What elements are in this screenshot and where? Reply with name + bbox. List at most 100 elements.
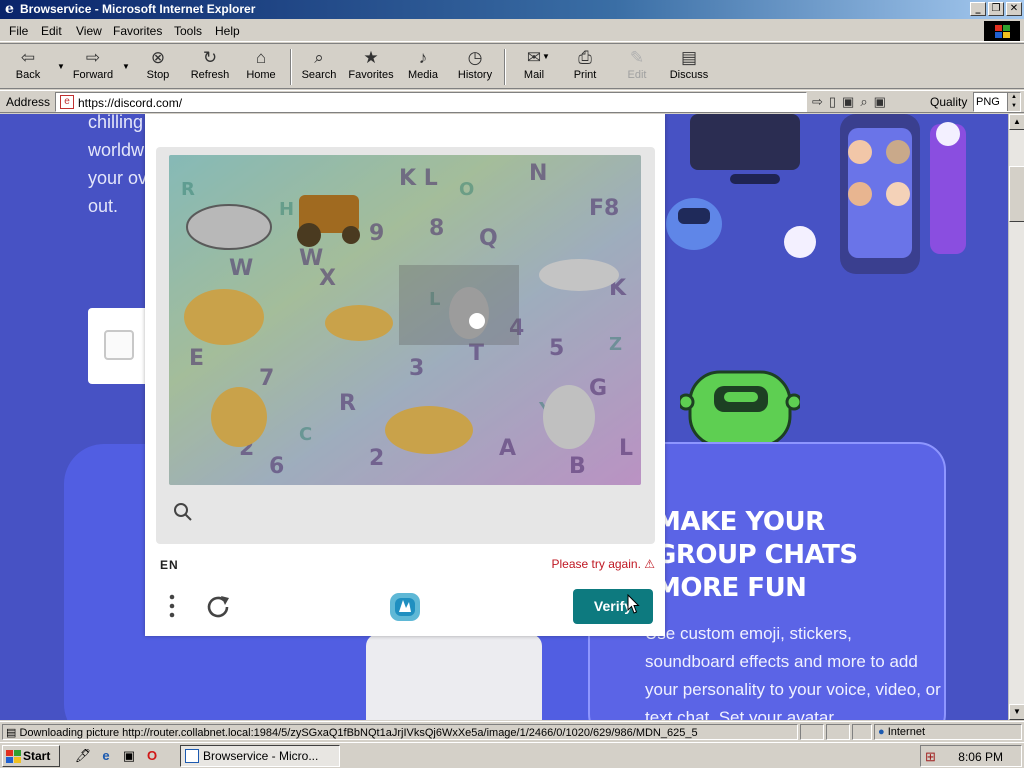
mail-dropdown-icon[interactable]: ▼ [542,52,550,61]
search-button[interactable]: ⌕ Search [299,47,339,87]
svg-text:2: 2 [369,446,384,471]
zoom-icon[interactable] [173,502,193,522]
hcaptcha-checkbox[interactable] [104,330,134,360]
search-icon: ⌕ [314,48,324,67]
back-dropdown-icon[interactable]: ▼ [57,62,65,71]
svg-text:5: 5 [549,336,564,361]
more-options-icon[interactable] [165,592,179,620]
start-button[interactable]: Start [2,745,60,767]
clock[interactable]: 8:06 PM [958,750,1003,764]
quicklaunch-ie-icon[interactable]: e [97,747,115,765]
svg-text:N: N [529,161,547,186]
forward-arrow-icon: ⇨ [85,48,101,67]
feature-heading-line: MAKE YOUR [655,507,825,537]
svg-text:7: 7 [259,366,274,391]
home-button[interactable]: ⌂ Home [242,47,280,87]
refresh-page-icon: ↻ [202,48,218,67]
quicklaunch-desktop-icon[interactable]: 🖊 [74,747,92,765]
window-app-icon [185,749,199,763]
taskbar: Start 🖊 e ▣ O Browservice - Micro... ⊞ 8… [0,742,1024,768]
refresh-button[interactable]: ↻ Refresh [186,47,234,87]
hcaptcha-logo-icon [390,593,420,621]
menu-file[interactable]: File [9,24,28,38]
address-input[interactable]: e https://discord.com/ [55,92,807,112]
svg-text:6: 6 [269,454,284,479]
menu-bar: File Edit View Favorites Tools Help [0,20,1024,42]
svg-text:9: 9 [369,221,384,246]
svg-text:W: W [229,256,253,281]
printer-icon: ⎙ [578,48,592,67]
svg-text:O: O [459,179,474,200]
favorites-button[interactable]: ★ Favorites [345,47,397,87]
feature-heading-line: GROUP CHATS [655,540,858,570]
home-icon: ⌂ [255,48,267,67]
windows-flag-icon [6,750,21,763]
svg-text:R: R [339,391,356,416]
menu-view[interactable]: View [76,24,102,38]
feature-description: Use custom emoji, stickers, soundboard e… [645,624,941,720]
quicklaunch-opera-icon[interactable]: O [143,747,161,765]
status-bar: ▤ Downloading picture http://router.coll… [0,721,1024,741]
language-selector[interactable]: EN [160,558,179,572]
discuss-button[interactable]: ▤ Discuss [666,47,712,87]
svg-text:H: H [279,199,294,220]
svg-text:L: L [619,436,633,461]
window-controls: _ ❐ ✕ [968,2,1022,16]
taskbar-window-button[interactable]: Browservice - Micro... [180,745,340,767]
page-icon: e [60,95,74,109]
svg-text:Z: Z [609,334,622,355]
windows-logo-icon [984,21,1020,41]
scroll-up-icon[interactable]: ▲ [1009,114,1024,130]
svg-text:8: 8 [429,216,444,241]
globe-icon: ● [878,726,888,738]
menu-tools[interactable]: Tools [174,24,202,38]
page-viewport: chilling worldw your ov out. MAKE YOUR G… [0,114,1008,720]
back-button[interactable]: ⇦ Back [8,47,48,87]
device-illustration [366,634,542,720]
edit-icon: ✎ [629,48,645,67]
svg-text:3: 3 [409,356,424,381]
stop-button[interactable]: ⊗ Stop [140,47,176,87]
hcaptcha-challenge-dialog: K LNF8 98Q WWX K45 E73 TGR 262 ABL RHO 8… [145,114,665,636]
media-button[interactable]: ♪ Media [405,47,441,87]
title-bar: e Browservice - Microsoft Internet Explo… [0,0,1024,19]
tray-network-icon[interactable]: ⊞ [925,749,936,765]
history-button[interactable]: ◷ History [454,47,496,87]
vertical-scrollbar[interactable]: ▲ ▼ [1008,114,1024,720]
svg-text:G: G [589,376,607,401]
window-title: Browservice - Microsoft Internet Explore… [20,2,256,16]
restore-button[interactable]: ❐ [988,2,1004,16]
menu-edit[interactable]: Edit [41,24,62,38]
svg-text:Q: Q [479,226,498,251]
green-robot-illustration [680,370,800,444]
status-text-pane: ▤ Downloading picture http://router.coll… [2,724,798,740]
toolbar-separator [504,49,506,85]
scroll-down-icon[interactable]: ▼ [1009,704,1024,720]
close-button[interactable]: ✕ [1006,2,1022,16]
ie-icon: e [5,1,14,17]
challenge-image[interactable]: K LNF8 98Q WWX K45 E73 TGR 262 ABL RHO 8… [169,155,641,485]
status-text: Downloading picture http://router.collab… [19,727,698,739]
svg-text:K L: K L [399,166,438,191]
forward-button[interactable]: ⇨ Forward [68,47,118,87]
forward-dropdown-icon[interactable]: ▼ [122,62,130,71]
bg-text-line: worldw [88,140,145,160]
print-button[interactable]: ⎙ Print [568,47,602,87]
quality-label: Quality [930,95,968,109]
quality-select[interactable]: PNG ▲ ▼ [973,92,1021,112]
zone-label: Internet [887,726,926,738]
back-arrow-icon: ⇦ [20,48,36,67]
svg-text:C: C [299,424,312,445]
scroll-thumb[interactable] [1009,166,1024,222]
address-tool-icons[interactable]: ⇨▯▣⌕▣ [812,94,892,110]
svg-text:F8: F8 [589,196,619,221]
menu-favorites[interactable]: Favorites [113,24,162,38]
edit-button[interactable]: ✎ Edit [622,47,652,87]
minimize-button[interactable]: _ [970,2,986,16]
menu-help[interactable]: Help [215,24,240,38]
quicklaunch-explorer-icon[interactable]: ▣ [120,747,138,765]
refresh-challenge-icon[interactable] [203,592,233,622]
quality-spinner-icon[interactable]: ▲ ▼ [1007,93,1020,111]
bg-text-line: chilling [88,114,144,132]
verify-button[interactable]: Verify [573,589,653,624]
